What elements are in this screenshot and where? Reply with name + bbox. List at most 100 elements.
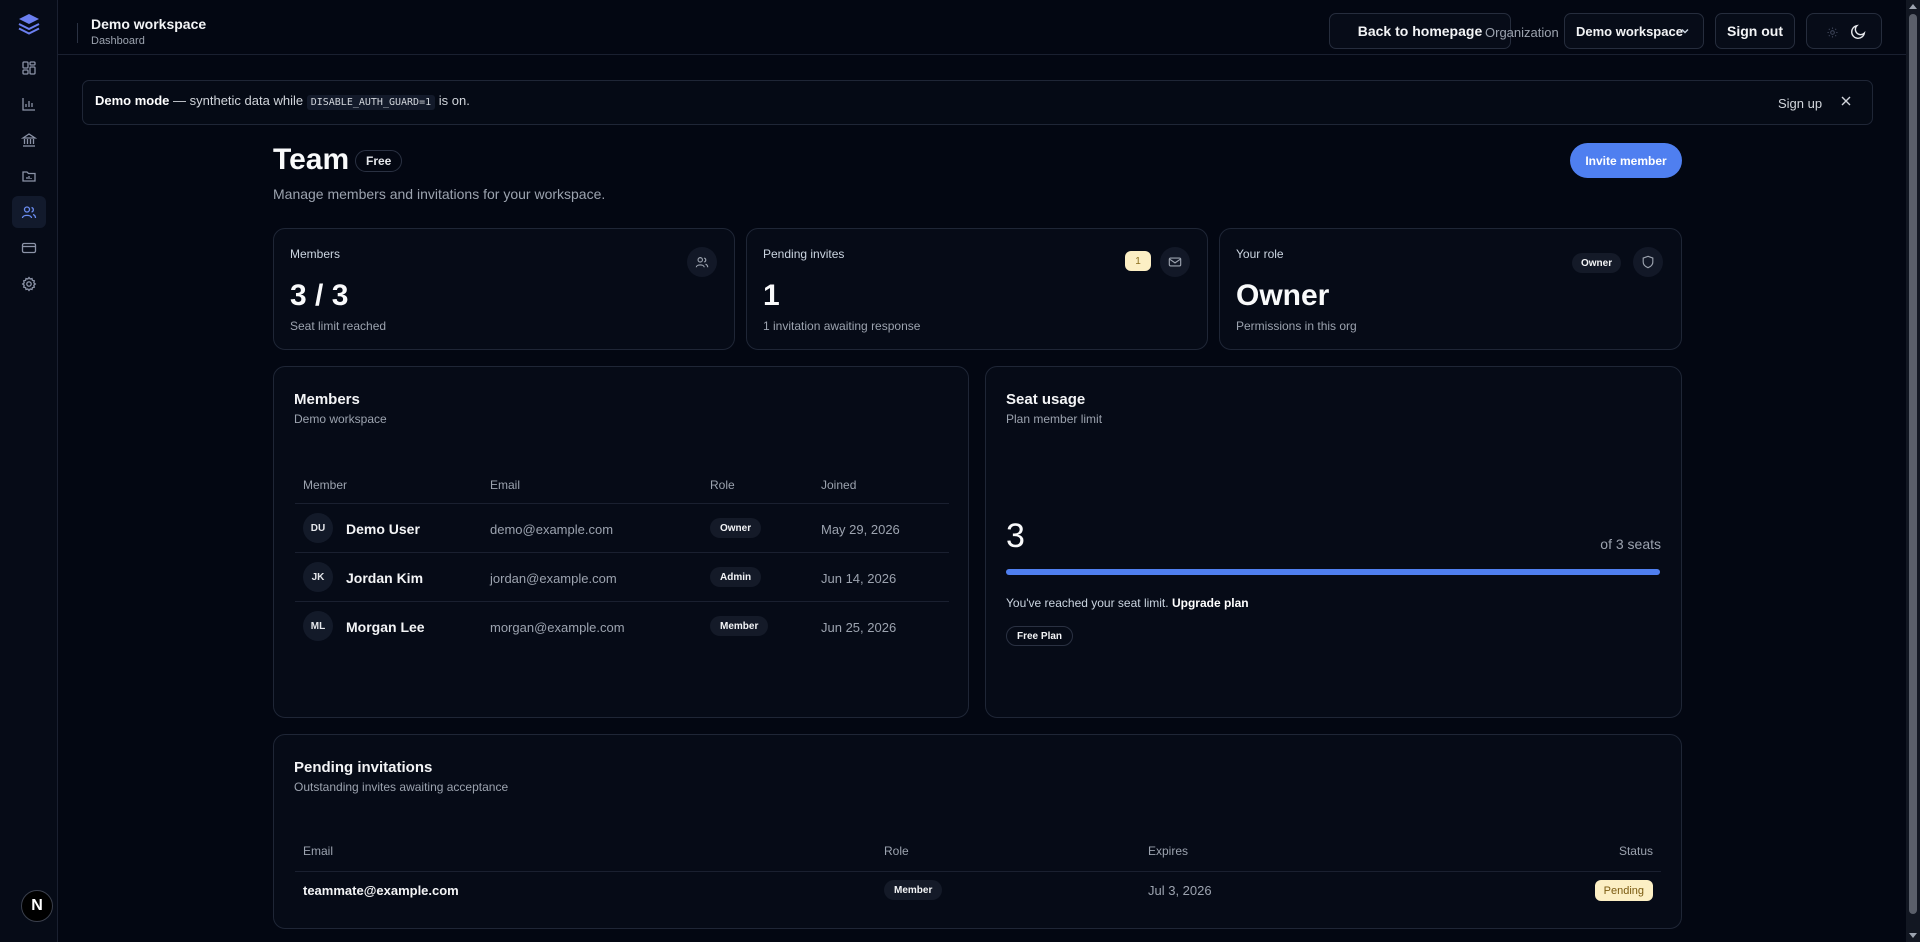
organization-selected-value: Demo workspace xyxy=(1576,23,1683,39)
member-name: Jordan Kim xyxy=(346,570,424,586)
organization-label: Organization xyxy=(1485,25,1559,40)
pending-invites-stat-sub: 1 invitation awaiting response xyxy=(763,319,921,333)
status-badge: Pending xyxy=(1594,880,1653,901)
pending-invites-stat-card: Pending invites 1 1 1 invitation awaitin… xyxy=(746,228,1208,350)
theme-toggle[interactable] xyxy=(1806,13,1882,49)
pending-count-badge: 1 xyxy=(1125,251,1151,271)
seat-progress-bar xyxy=(1006,569,1660,575)
members-stat-sub: Seat limit reached xyxy=(290,319,387,333)
bank-icon xyxy=(21,133,37,147)
column-header-email: Email xyxy=(303,844,334,858)
your-role-stat-card: Your role Owner Owner Permissions in thi… xyxy=(1219,228,1682,350)
moon-icon[interactable] xyxy=(1850,23,1867,40)
demo-mode-banner: Demo mode — synthetic data while DISABLE… xyxy=(82,80,1873,125)
member-role-badge: Admin xyxy=(710,567,762,587)
user-avatar-initial: N xyxy=(31,897,43,914)
user-avatar[interactable]: N xyxy=(21,890,53,922)
bar-chart-icon xyxy=(22,98,35,111)
members-stat-card: Members 3 / 3 Seat limit reached xyxy=(273,228,735,350)
top-header: Demo workspace Dashboard Back to homepag… xyxy=(58,7,1906,55)
sidebar: N xyxy=(0,0,58,942)
scroll-thumb[interactable] xyxy=(1909,14,1917,914)
seat-usage-card: Seat usage Plan member limit 3 of 3 seat… xyxy=(985,366,1682,718)
page-subtitle: Manage members and invitations for your … xyxy=(273,186,606,202)
members-card-title: Members xyxy=(294,391,360,408)
page-scrollbar[interactable] xyxy=(1906,0,1920,942)
pending-invitations-subtitle: Outstanding invites awaiting acceptance xyxy=(294,780,509,794)
pending-invitations-card: Pending invitations Outstanding invites … xyxy=(273,734,1682,929)
close-icon[interactable] xyxy=(1839,94,1853,108)
users-icon xyxy=(695,257,709,268)
member-name: Morgan Lee xyxy=(346,619,425,635)
seat-usage-subtitle: Plan member limit xyxy=(1006,412,1103,426)
members-card: Members Demo workspace Member Email Role… xyxy=(273,366,969,718)
seat-limit-text: You've reached your seat limit. xyxy=(1006,596,1169,610)
sidebar-item-team[interactable] xyxy=(12,196,46,228)
invite-member-button[interactable]: Invite member xyxy=(1570,143,1682,178)
organization-select[interactable]: Demo workspace xyxy=(1564,13,1704,49)
users-icon xyxy=(21,206,37,219)
member-joined: Jun 14, 2026 xyxy=(821,571,897,586)
column-header-role: Role xyxy=(884,844,909,858)
sign-up-link[interactable]: Sign up xyxy=(1778,96,1822,111)
members-card-subtitle: Demo workspace xyxy=(294,412,387,426)
column-header-status: Status xyxy=(1618,844,1653,858)
seat-total-label: of 3 seats xyxy=(1600,536,1661,552)
pending-invites-icon-wrap xyxy=(1160,247,1190,277)
column-header-role: Role xyxy=(710,478,735,492)
header-divider xyxy=(77,23,78,43)
free-plan-badge: Free Plan xyxy=(1006,626,1074,646)
demo-mode-label: Demo mode xyxy=(95,93,170,108)
sidebar-item-analytics[interactable] xyxy=(12,88,46,120)
seat-limit-message: You've reached your seat limit. Upgrade … xyxy=(1006,596,1249,610)
sidebar-item-settings[interactable] xyxy=(12,268,46,300)
column-header-email: Email xyxy=(490,478,521,492)
layers-logo-icon[interactable] xyxy=(17,12,41,36)
member-role-badge: Owner xyxy=(710,518,762,538)
demo-mode-text-after: is on. xyxy=(435,93,470,108)
sign-out-button[interactable]: Sign out xyxy=(1715,13,1795,49)
members-stat-value: 3 / 3 xyxy=(290,279,349,312)
sidebar-item-banking[interactable] xyxy=(12,124,46,156)
member-avatar: JK xyxy=(303,562,333,592)
table-divider xyxy=(295,871,1661,872)
table-divider xyxy=(295,503,949,504)
chevron-down-icon xyxy=(1681,29,1689,34)
sidebar-item-reports[interactable] xyxy=(12,160,46,192)
member-avatar: DU xyxy=(303,513,333,543)
back-to-homepage-button[interactable]: Back to homepage xyxy=(1329,13,1511,49)
page-title: Team xyxy=(273,143,350,176)
your-role-stat-sub: Permissions in this org xyxy=(1236,319,1357,333)
seat-usage-title: Seat usage xyxy=(1006,391,1086,408)
workspace-subtitle: Dashboard xyxy=(91,35,145,47)
members-stat-icon-wrap xyxy=(687,247,717,277)
invitation-role-badge: Member xyxy=(884,880,943,900)
member-email: morgan@example.com xyxy=(490,620,625,635)
member-joined: May 29, 2026 xyxy=(821,522,900,537)
pending-invites-stat-label: Pending invites xyxy=(763,247,845,261)
demo-mode-message: Demo mode — synthetic data while DISABLE… xyxy=(95,93,470,110)
upgrade-plan-link[interactable]: Upgrade plan xyxy=(1172,596,1249,610)
folder-chart-icon xyxy=(22,171,36,182)
role-badge: Owner xyxy=(1572,253,1622,273)
member-email: demo@example.com xyxy=(490,522,614,537)
scroll-up-arrow[interactable] xyxy=(1909,4,1917,9)
members-stat-label: Members xyxy=(290,247,341,261)
sidebar-item-billing[interactable] xyxy=(12,232,46,264)
seat-progress-fill xyxy=(1006,569,1660,575)
your-role-icon-wrap xyxy=(1633,247,1663,277)
member-avatar: ML xyxy=(303,611,333,641)
column-header-joined: Joined xyxy=(821,478,857,492)
sun-icon[interactable] xyxy=(1827,27,1838,38)
credit-card-icon xyxy=(21,242,37,254)
pending-invitations-title: Pending invitations xyxy=(294,759,433,776)
pending-invites-stat-value: 1 xyxy=(763,279,780,312)
seat-used-count: 3 xyxy=(1006,517,1025,555)
your-role-stat-label: Your role xyxy=(1236,247,1284,261)
sidebar-item-dashboard[interactable] xyxy=(12,52,46,84)
workspace-title: Demo workspace xyxy=(91,16,207,32)
scroll-down-arrow[interactable] xyxy=(1909,933,1917,938)
column-header-member: Member xyxy=(303,478,348,492)
mail-icon xyxy=(1168,257,1182,267)
gear-icon xyxy=(21,276,37,292)
